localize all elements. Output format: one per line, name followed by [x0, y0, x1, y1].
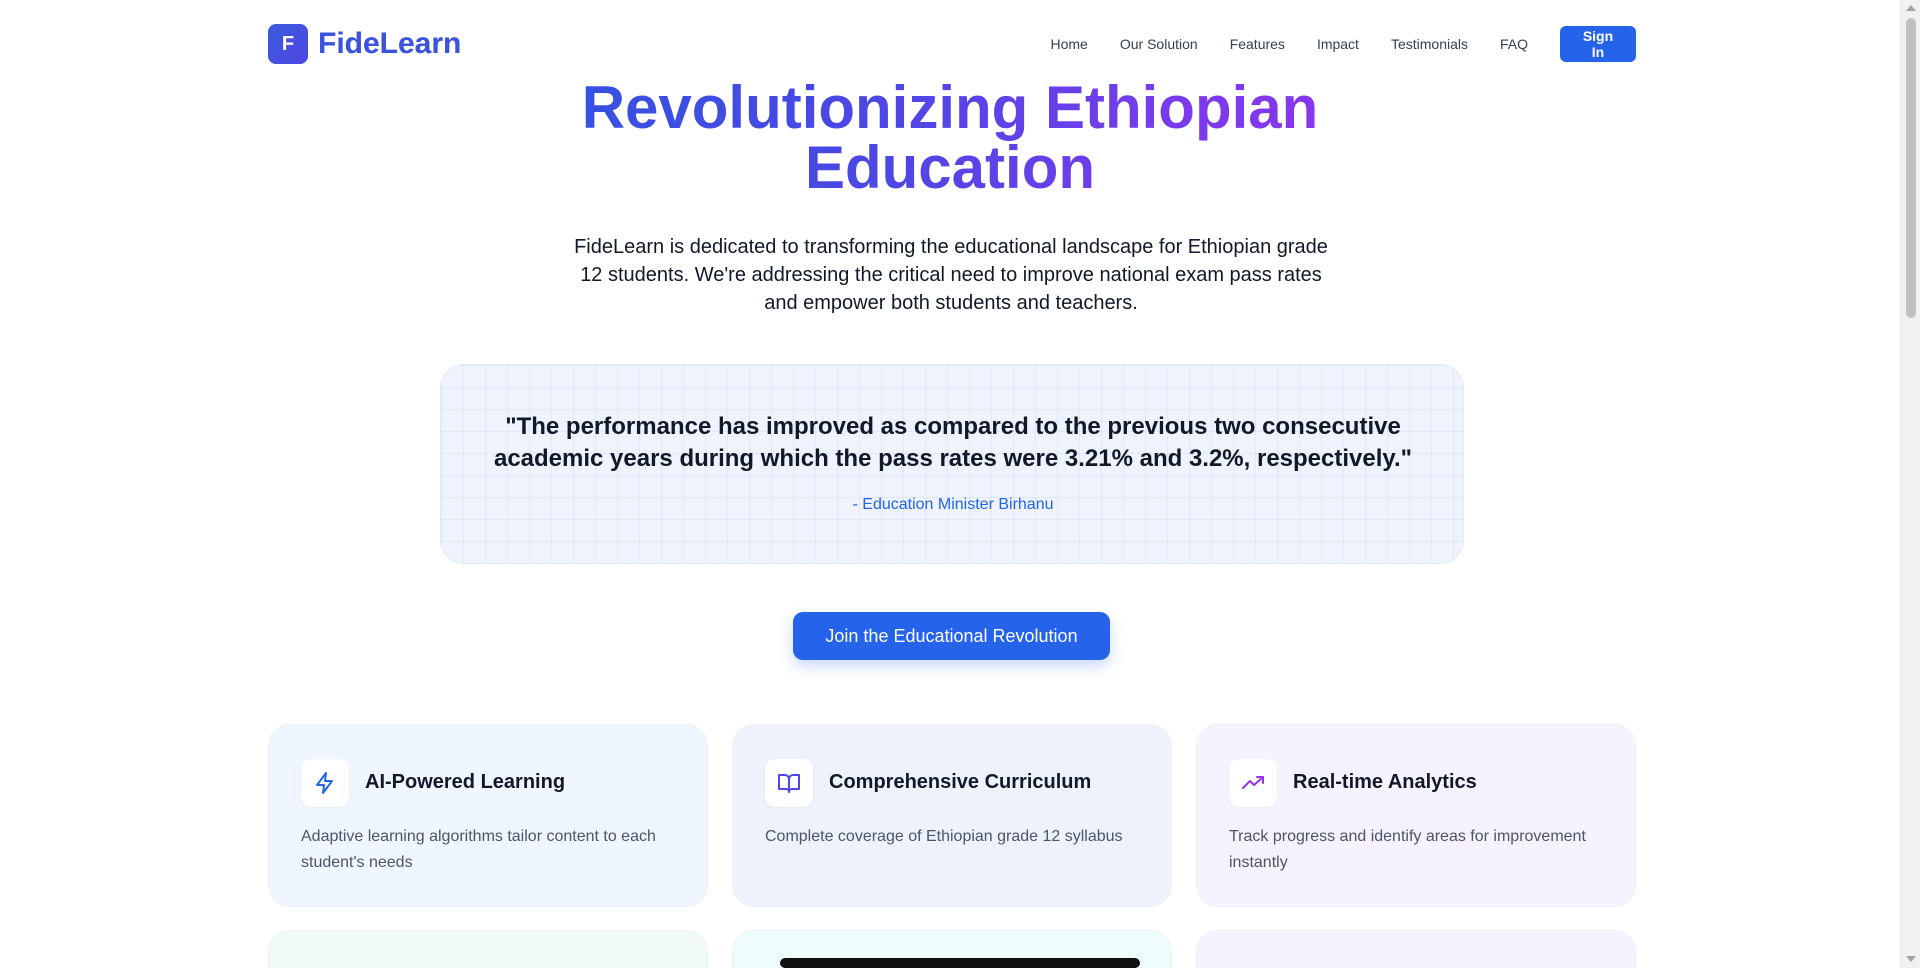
site-header: F FideLearn Home Our Solution Features I…: [268, 22, 1636, 66]
nav-our-solution[interactable]: Our Solution: [1120, 36, 1198, 52]
nav-faq[interactable]: FAQ: [1500, 36, 1528, 52]
feature-desc: Track progress and identify areas for im…: [1229, 828, 1586, 871]
nav-features[interactable]: Features: [1230, 36, 1285, 52]
feature-card-curriculum: Comprehensive Curriculum Complete covera…: [732, 724, 1172, 907]
brand[interactable]: F FideLearn: [268, 24, 461, 64]
quote-text: "The performance has improved as compare…: [493, 413, 1413, 472]
lightning-icon: [301, 759, 349, 807]
feature-card-row2: [268, 930, 708, 968]
page-scrollbar[interactable]: [1900, 0, 1920, 968]
page: F FideLearn Home Our Solution Features I…: [0, 0, 1900, 968]
feature-title: AI-Powered Learning: [365, 771, 566, 793]
feature-card-analytics: Real-time Analytics Track progress and i…: [1196, 724, 1636, 907]
main-nav: Home Our Solution Features Impact Testim…: [1051, 26, 1636, 62]
join-revolution-button[interactable]: Join the Educational Revolution: [793, 612, 1110, 660]
quote-author: - Education Minister Birhanu: [852, 496, 1054, 513]
hero-subtitle: FideLearn is dedicated to transforming t…: [574, 236, 1328, 314]
nav-impact[interactable]: Impact: [1317, 36, 1359, 52]
feature-title: Comprehensive Curriculum: [829, 771, 1092, 793]
feature-desc: Complete coverage of Ethiopian grade 12 …: [765, 828, 1123, 845]
home-indicator-bar: [780, 958, 1140, 968]
nav-home[interactable]: Home: [1051, 36, 1088, 52]
book-icon: [765, 759, 813, 807]
trending-up-icon: [1229, 759, 1277, 807]
scroll-up-icon[interactable]: [1906, 5, 1916, 11]
brand-name[interactable]: FideLearn: [318, 27, 461, 61]
scroll-thumb[interactable]: [1906, 18, 1916, 318]
feature-card-row2: [1196, 930, 1636, 968]
feature-desc: Adaptive learning algorithms tailor cont…: [301, 828, 656, 871]
hero-title: Revolutionizing Ethiopian Education: [460, 78, 1440, 198]
scroll-down-icon[interactable]: [1906, 956, 1916, 962]
nav-testimonials[interactable]: Testimonials: [1391, 36, 1468, 52]
quote-card: "The performance has improved as compare…: [440, 364, 1464, 564]
sign-in-button[interactable]: Sign In: [1560, 26, 1636, 62]
feature-title: Real-time Analytics: [1293, 771, 1477, 793]
brand-logo[interactable]: F: [268, 24, 308, 64]
feature-card-ai: AI-Powered Learning Adaptive learning al…: [268, 724, 708, 907]
